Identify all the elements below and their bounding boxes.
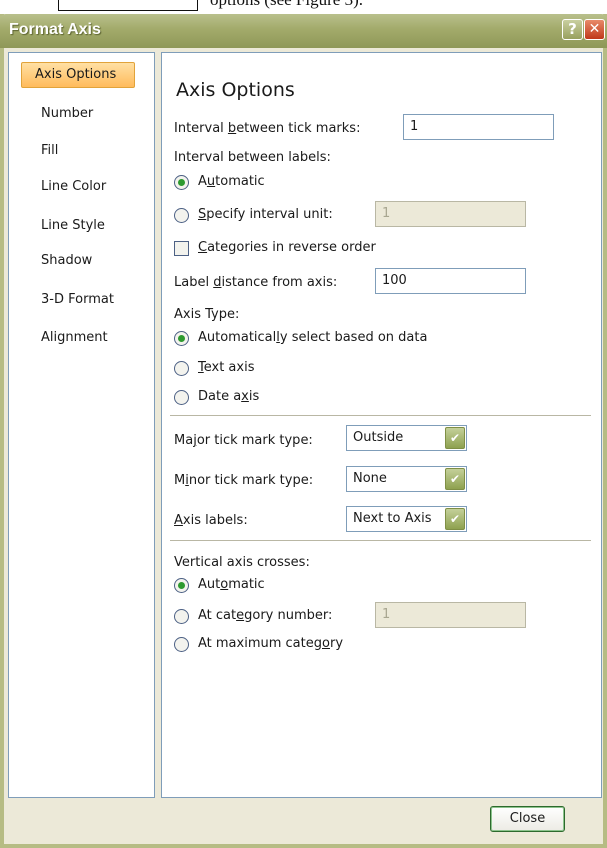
nav-item-shadow[interactable]: Shadow [17,248,131,274]
nav-item-label: Line Color [41,179,107,194]
major-tick-label: Major tick mark type: [174,433,313,448]
nav-item-label: Line Style [41,218,105,233]
nav-item-label: Number [41,106,94,121]
radio-axis-auto[interactable] [174,331,189,346]
axis-labels-label: Axis labels: [174,513,248,528]
radio-specify-interval[interactable] [174,208,189,223]
nav-item-axis-options[interactable]: Axis Options [21,62,135,88]
panel-heading: Axis Options [176,79,295,101]
window-close-button[interactable]: ✕ [584,19,605,40]
radio-crosses-automatic[interactable] [174,578,189,593]
nav-item-label: Shadow [41,253,93,268]
date-axis-label: Date axis [198,389,260,404]
axis-type-label: Axis Type: [174,307,240,322]
title-bar[interactable]: Format Axis ? ✕ [0,14,607,48]
interval-ticks-input[interactable]: 1 [403,114,554,140]
document-box [58,0,198,11]
nav-item-label: Alignment [41,330,108,345]
nav-item-alignment[interactable]: Alignment [17,325,131,351]
specify-interval-label: Specify interval unit: [198,207,333,222]
interval-automatic-label: Automatic [198,174,265,189]
crosses-automatic-label: Automatic [198,577,265,592]
nav-item-number[interactable]: Number [17,101,131,127]
radio-text-axis[interactable] [174,361,189,376]
nav-item-label: 3-D Format [41,292,114,307]
vertical-crosses-label: Vertical axis crosses: [174,555,310,570]
interval-ticks-label: Interval between tick marks: [174,121,361,136]
window-title: Format Axis [9,21,101,38]
specify-interval-input[interactable]: 1 [375,201,526,227]
interval-labels-label: Interval between labels: [174,150,331,165]
max-category-label: At maximum category [198,636,344,651]
axis-labels-select[interactable]: Next to Axis ✔ [346,506,467,532]
label-distance-input[interactable]: 100 [375,268,526,294]
text-axis-label: Text axis [198,360,255,375]
major-tick-value: Outside [353,430,404,445]
minor-tick-value: None [353,471,387,486]
close-icon: ✕ [588,21,601,37]
section-divider [170,540,591,541]
minor-tick-select[interactable]: None ✔ [346,466,467,492]
nav-item-3d-format[interactable]: 3-D Format [17,287,131,313]
category-number-label: At category number: [198,608,333,623]
radio-category-number[interactable] [174,609,189,624]
minor-tick-label: Minor tick mark type: [174,473,314,488]
nav-item-label: Fill [41,143,59,158]
reverse-order-label: Categories in reverse order [198,240,376,255]
major-tick-select[interactable]: Outside ✔ [346,425,467,451]
axis-auto-label: Automatically select based on data [198,330,428,345]
chevron-down-icon[interactable]: ✔ [445,468,465,490]
category-nav: Axis Options Number Fill Line Color Line… [8,52,155,798]
chevron-down-icon[interactable]: ✔ [445,508,465,530]
nav-item-fill[interactable]: Fill [17,138,131,164]
label-distance-label: Label distance from axis: [174,275,338,290]
nav-item-line-style[interactable]: Line Style [17,213,131,239]
category-number-input[interactable]: 1 [375,602,526,628]
radio-date-axis[interactable] [174,390,189,405]
section-divider [170,415,591,416]
nav-item-line-color[interactable]: Line Color [17,174,131,200]
reverse-order-checkbox[interactable] [174,241,189,256]
help-icon: ? [568,20,577,38]
document-fragment: options (see Figure 3). [0,0,607,14]
nav-item-label: Axis Options [35,67,117,82]
radio-max-category[interactable] [174,637,189,652]
document-text: options (see Figure 3). [210,0,363,10]
chevron-down-icon[interactable]: ✔ [445,427,465,449]
axis-labels-value: Next to Axis [353,511,432,526]
close-button[interactable]: Close [490,806,565,832]
radio-interval-automatic[interactable] [174,175,189,190]
options-panel: Axis Options Interval between tick marks… [161,52,602,798]
format-axis-dialog: Format Axis ? ✕ Axis Options Number Fill… [0,14,607,848]
help-button[interactable]: ? [562,19,583,40]
